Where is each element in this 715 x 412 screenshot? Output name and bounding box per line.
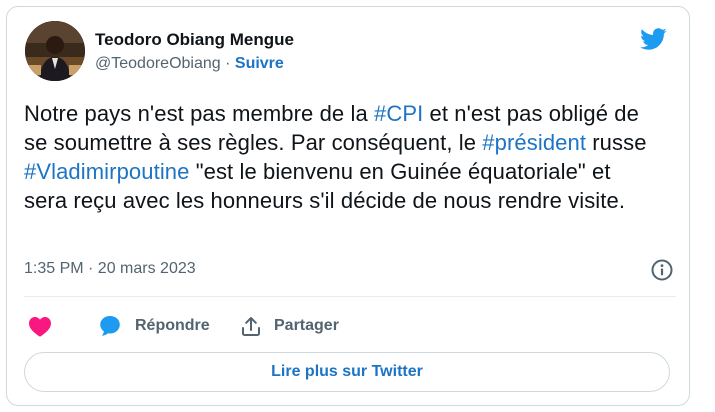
follow-button[interactable]: Suivre — [235, 55, 284, 72]
handle-separator: · — [225, 55, 231, 72]
hashtag-vladimirpoutine[interactable]: #Vladimirpoutine — [24, 159, 189, 184]
tweet-timestamp[interactable]: 1:35 PM · 20 mars 2023 — [24, 260, 196, 278]
twitter-bird-icon[interactable] — [637, 25, 669, 53]
speech-bubble-icon — [98, 314, 122, 338]
reply-label: Répondre — [135, 317, 210, 334]
read-more-button[interactable]: Lire plus sur Twitter — [24, 352, 670, 392]
tweet-text-segment: Notre pays n'est pas membre de la — [24, 101, 374, 126]
tweet-text-segment: russe — [586, 130, 647, 155]
divider — [24, 296, 676, 297]
hashtag-president[interactable]: #président — [482, 130, 586, 155]
tweet-actions: Répondre Partager — [24, 309, 676, 343]
hashtag-cpi[interactable]: #CPI — [374, 101, 423, 126]
tweet-text: Notre pays n'est pas membre de la #CPI e… — [24, 99, 654, 215]
avatar[interactable] — [25, 21, 85, 81]
reply-button[interactable]: Répondre — [98, 309, 210, 343]
author-handle[interactable]: @TeodoreObiang — [95, 55, 221, 72]
share-button[interactable]: Partager — [240, 309, 339, 343]
author-handle-line: @TeodoreObiang · Suivre — [95, 53, 294, 75]
like-button[interactable] — [28, 309, 52, 343]
tweet-meta-row: 1:35 PM · 20 mars 2023 — [24, 258, 676, 282]
share-label: Partager — [274, 317, 339, 334]
author-name[interactable]: Teodoro Obiang Mengue — [95, 29, 294, 51]
info-icon[interactable] — [650, 258, 674, 282]
tweet-card: Teodoro Obiang Mengue @TeodoreObiang · S… — [6, 6, 690, 406]
author-block: Teodoro Obiang Mengue @TeodoreObiang · S… — [95, 29, 294, 75]
heart-icon — [28, 315, 52, 337]
share-upload-icon — [240, 315, 262, 337]
